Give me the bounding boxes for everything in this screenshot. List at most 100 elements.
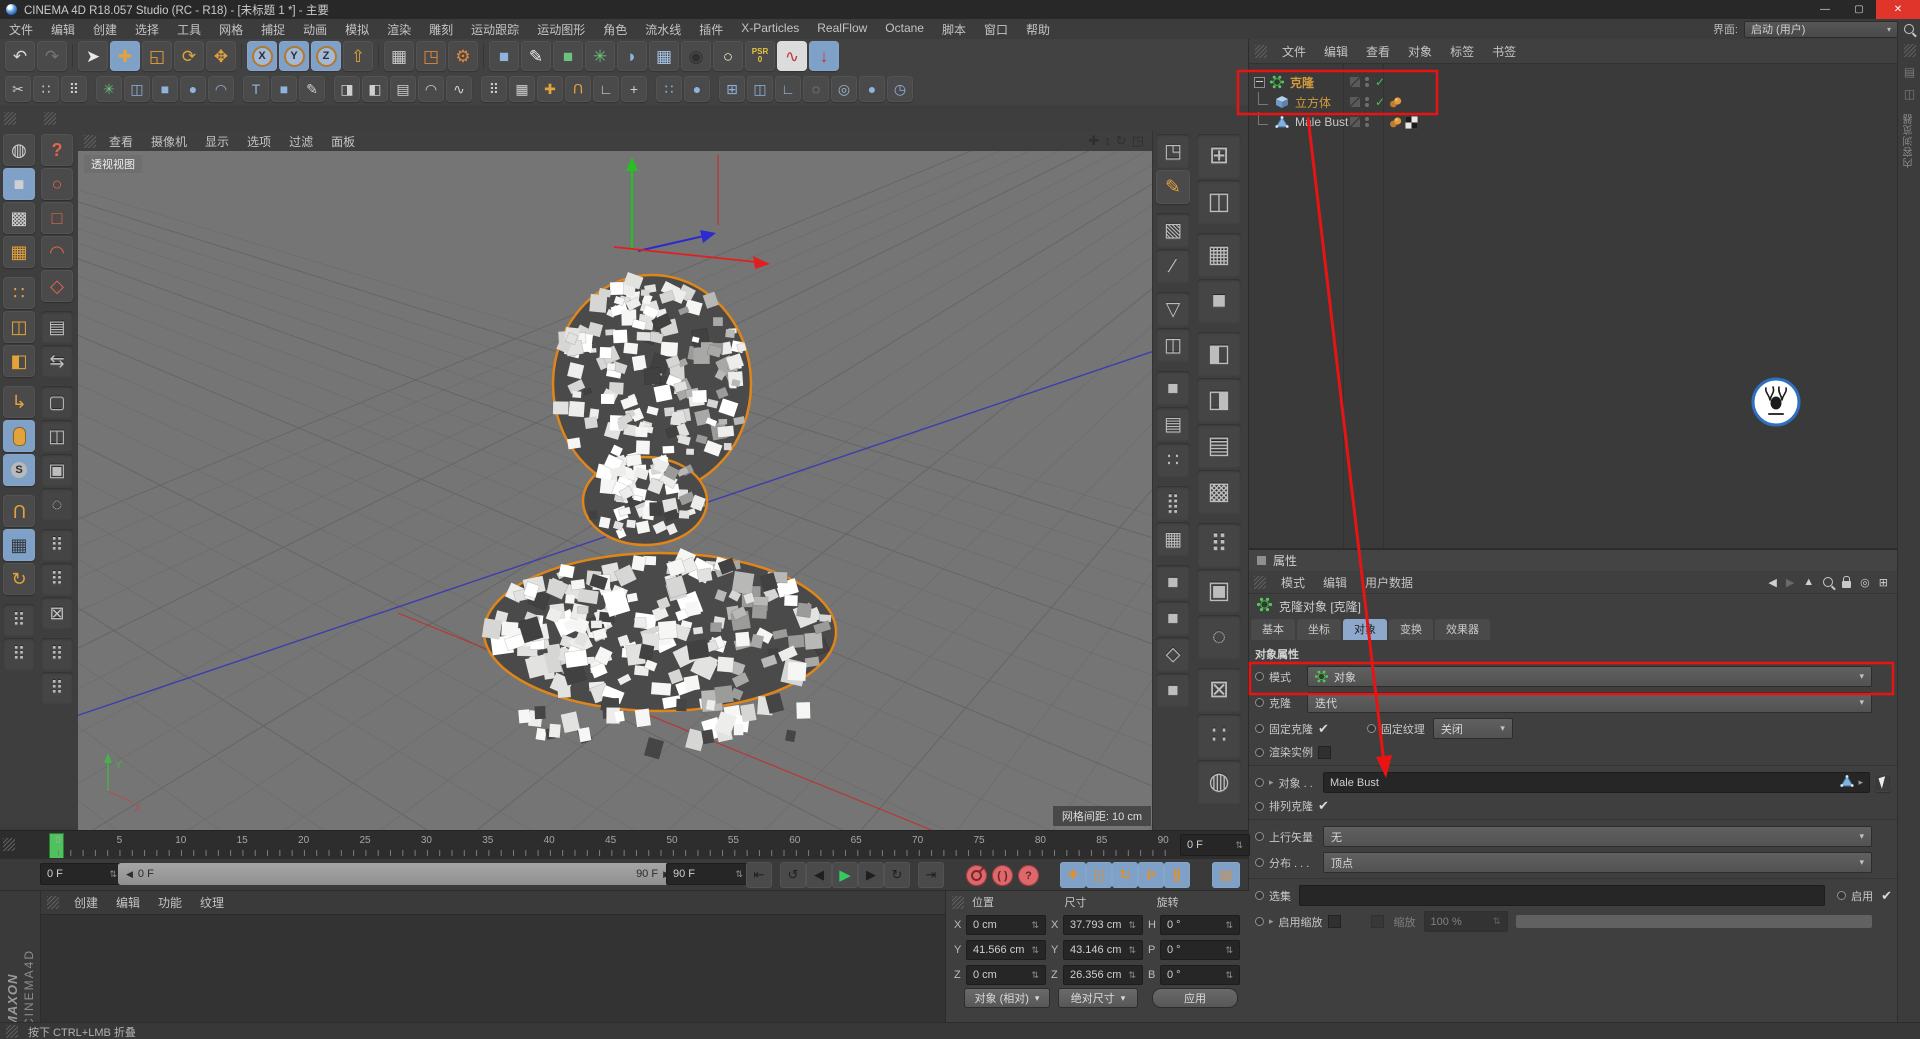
- object-manager-menu-item[interactable]: 标签: [1441, 43, 1483, 60]
- disabled-tool-icon[interactable]: ▤: [41, 311, 73, 343]
- camera-icon[interactable]: ◉: [681, 41, 711, 71]
- disabled-tool-icon[interactable]: ◫: [1197, 180, 1241, 224]
- search-icon[interactable]: [1904, 24, 1914, 34]
- menu-item[interactable]: 脚本: [933, 21, 975, 38]
- disabled-tool-icon[interactable]: ◫: [1156, 328, 1190, 362]
- prev-key-button[interactable]: ↺: [780, 862, 806, 888]
- prev-frame-button[interactable]: ◀: [806, 862, 832, 888]
- palette-grip[interactable]: [4, 112, 16, 125]
- disabled-tool-icon[interactable]: ▦: [1197, 233, 1241, 277]
- timeline-grip[interactable]: [3, 838, 15, 851]
- palette-grip[interactable]: [44, 112, 56, 125]
- disabled-tool-icon[interactable]: ▤: [1156, 407, 1190, 441]
- disabled-tool-icon[interactable]: ⠿: [41, 529, 73, 561]
- goto-end-button[interactable]: ⇥: [918, 862, 944, 888]
- menu-item[interactable]: 文件: [0, 21, 42, 38]
- menu-item[interactable]: 选择: [126, 21, 168, 38]
- coordinate-system-icon[interactable]: ⇧: [343, 41, 373, 71]
- modeling-tool-icon[interactable]: ∷: [33, 76, 59, 102]
- disabled-tool-icon[interactable]: ◫: [41, 420, 73, 452]
- disabled-tool-icon[interactable]: ▢: [41, 386, 73, 418]
- back-icon[interactable]: ◀: [1768, 576, 1776, 589]
- undo-icon[interactable]: ↶: [5, 41, 35, 71]
- attributes-grip[interactable]: [1254, 576, 1266, 589]
- model-mode-icon[interactable]: ■: [3, 168, 35, 200]
- material-grip[interactable]: [47, 896, 59, 909]
- make-editable-icon[interactable]: ◍: [3, 134, 35, 166]
- boole-icon[interactable]: ◫: [124, 76, 150, 102]
- live-selection-icon[interactable]: ➤: [78, 41, 108, 71]
- menu-item[interactable]: 编辑: [42, 21, 84, 38]
- next-frame-button[interactable]: ▶: [858, 862, 884, 888]
- light-icon[interactable]: ○: [713, 41, 743, 71]
- cube-group-icon[interactable]: ⊞: [719, 76, 745, 102]
- phong-tag[interactable]: [1389, 96, 1402, 109]
- key-parameter-button[interactable]: P: [1138, 862, 1164, 888]
- sphere-tool-icon[interactable]: ●: [684, 76, 710, 102]
- viewport-menu-item[interactable]: 查看: [100, 133, 142, 150]
- end-frame-field[interactable]: 90 F⇅: [666, 863, 750, 885]
- palette-dots-icon[interactable]: ⠿: [3, 638, 35, 670]
- material-menu-item[interactable]: 编辑: [107, 894, 149, 911]
- tab-坐标[interactable]: 坐标: [1297, 619, 1341, 640]
- planar-workplane-icon[interactable]: ↻: [3, 563, 35, 595]
- clock-icon[interactable]: ◷: [887, 76, 913, 102]
- frame-step-field[interactable]: 0 F⇅: [1180, 834, 1250, 856]
- maximize-button[interactable]: ▢: [1842, 0, 1876, 19]
- disabled-tool-icon[interactable]: ▤: [1197, 424, 1241, 468]
- menu-item[interactable]: 窗口: [975, 21, 1017, 38]
- pan-view-icon[interactable]: ✚: [1088, 133, 1099, 149]
- cube-primitive-icon[interactable]: ■: [271, 76, 297, 102]
- disabled-tool-icon[interactable]: ⊞: [1197, 134, 1241, 178]
- disabled-tool-icon[interactable]: ◌: [41, 488, 73, 520]
- scale-checkbox[interactable]: [1328, 915, 1341, 928]
- menu-item[interactable]: 渲染: [378, 21, 420, 38]
- rotate-view-icon[interactable]: ↻: [1116, 133, 1127, 149]
- object-row-克隆[interactable]: 克隆 ✓: [1249, 72, 1898, 92]
- mode-dropdown[interactable]: 对象 ▾: [1307, 666, 1872, 687]
- key-position-button[interactable]: ✚: [1060, 862, 1086, 888]
- render-picture-viewer-icon[interactable]: ◳: [416, 41, 446, 71]
- point-mode-icon[interactable]: ∷: [3, 277, 35, 309]
- expand-toggle[interactable]: [1254, 77, 1265, 88]
- menu-item[interactable]: 运动跟踪: [462, 21, 528, 38]
- menu-item[interactable]: 运动图形: [528, 21, 594, 38]
- tab-变换[interactable]: 变换: [1389, 619, 1433, 640]
- coord-field[interactable]: 26.356 cm⇅: [1063, 965, 1143, 985]
- menu-item[interactable]: 流水线: [636, 21, 690, 38]
- instance-icon[interactable]: ■: [152, 76, 178, 102]
- object-row-Male Bust[interactable]: Male Bust: [1249, 112, 1898, 132]
- distribution-dropdown[interactable]: 顶点 ▾: [1323, 852, 1872, 873]
- object-name[interactable]: Male Bust: [1295, 115, 1348, 129]
- menu-item[interactable]: 雕刻: [420, 21, 462, 38]
- menu-item[interactable]: 工具: [168, 21, 210, 38]
- disabled-tool-icon[interactable]: ▽: [1156, 292, 1190, 326]
- disabled-tool-icon[interactable]: ■: [1197, 279, 1241, 323]
- visibility-dots[interactable]: [1365, 77, 1369, 87]
- polygon-mode-icon[interactable]: ◧: [3, 345, 35, 377]
- phong-tag[interactable]: [1389, 116, 1402, 129]
- live-selection-tool-icon[interactable]: ○: [41, 168, 73, 200]
- track-icon[interactable]: ◎: [1860, 576, 1870, 589]
- expand-icon[interactable]: ▸: [1269, 777, 1274, 788]
- maximize-view-icon[interactable]: ◳: [1132, 133, 1144, 149]
- capsule-pair-icon[interactable]: ◌: [803, 76, 829, 102]
- autokey-button[interactable]: ( ): [992, 865, 1013, 886]
- lasso-selection-icon[interactable]: ◠: [41, 236, 73, 268]
- disabled-tool-icon[interactable]: ◨: [1197, 378, 1241, 422]
- lock-icon[interactable]: [1842, 581, 1851, 588]
- up-icon[interactable]: ▲: [1803, 576, 1814, 588]
- object-link-field[interactable]: Male Bust ▸: [1323, 772, 1870, 793]
- workplane-lock-icon[interactable]: ▦: [3, 529, 35, 561]
- viewport-solo-icon[interactable]: [3, 420, 35, 452]
- scale-slider[interactable]: [1516, 915, 1872, 928]
- viewport-menu-item[interactable]: 面板: [322, 133, 364, 150]
- disabled-tool-icon[interactable]: ⠿: [41, 563, 73, 595]
- coord-field[interactable]: 37.793 cm⇅: [1063, 915, 1143, 935]
- loft-icon[interactable]: ▤: [390, 76, 416, 102]
- tracer-icon[interactable]: ∟: [775, 76, 801, 102]
- pick-object-button[interactable]: [1874, 774, 1892, 792]
- disabled-tool-icon[interactable]: ∷: [1197, 714, 1241, 758]
- object-manager-menu-item[interactable]: 编辑: [1315, 43, 1357, 60]
- align-clone-checkbox[interactable]: ✔: [1318, 798, 1329, 814]
